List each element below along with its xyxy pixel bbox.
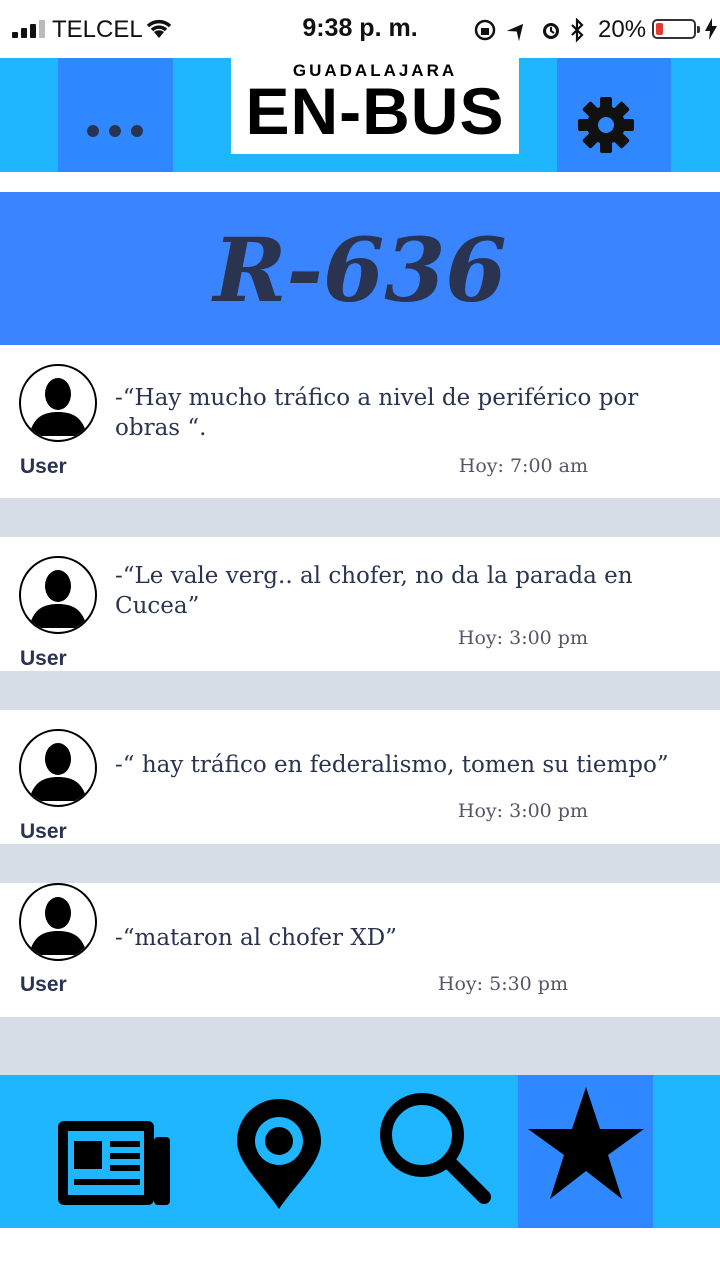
post-time: Hoy: 7:00 am (458, 455, 588, 477)
nav-news[interactable] (40, 1075, 190, 1228)
star-icon (528, 1087, 644, 1199)
avatar (19, 729, 97, 807)
bottom-nav (0, 1075, 720, 1228)
nav-search[interactable] (360, 1075, 510, 1228)
post-time: Hoy: 3:00 pm (457, 800, 588, 822)
user-silhouette-icon (29, 570, 87, 628)
post-user: User (20, 455, 67, 478)
map-pin-icon (237, 1099, 321, 1209)
list-item[interactable]: -“Hay mucho tráfico a nivel de periféric… (0, 345, 720, 498)
menu-button[interactable] (58, 58, 173, 172)
avatar (19, 883, 97, 961)
status-bar: TELCEL 9:38 p. m. 20% (0, 0, 720, 58)
post-text: -“ hay tráfico en federalismo, tomen su … (115, 752, 669, 778)
app-header: GUADALAJARA EN-BUS (0, 58, 720, 172)
post-user: User (20, 647, 67, 670)
charging-bolt-icon (705, 18, 717, 40)
list-item[interactable]: -“mataron al chofer XD” User Hoy: 5:30 p… (0, 883, 720, 1017)
more-dots-icon (87, 124, 153, 142)
user-silhouette-icon (29, 897, 87, 955)
nav-map[interactable] (215, 1075, 345, 1228)
avatar (19, 364, 97, 442)
post-user: User (20, 820, 67, 843)
divider (0, 844, 720, 883)
list-item[interactable]: -“ hay tráfico en federalismo, tomen su … (0, 710, 720, 844)
battery-icon (652, 19, 700, 39)
post-text: -“Hay mucho tráfico a nivel de periféric… (115, 385, 639, 437)
logo-name: EN-BUS (245, 74, 505, 148)
post-time: Hoy: 5:30 pm (437, 973, 568, 995)
list-item[interactable]: -“Le vale verg.. al chofer, no da la par… (0, 537, 720, 671)
nav-favorites[interactable] (518, 1075, 653, 1228)
post-time: Hoy: 3:00 pm (457, 627, 588, 649)
newspaper-icon (58, 1121, 170, 1205)
post-text: -“mataron al chofer XD” (115, 925, 397, 951)
user-silhouette-icon (29, 743, 87, 801)
avatar (19, 556, 97, 634)
app-logo: GUADALAJARA EN-BUS (231, 58, 519, 154)
divider (0, 1017, 720, 1075)
post-user: User (20, 973, 67, 996)
route-code: R-636 (213, 218, 507, 322)
settings-button[interactable] (557, 58, 671, 172)
route-banner: R-636 (0, 192, 720, 345)
user-silhouette-icon (29, 378, 87, 436)
gear-icon (578, 97, 634, 153)
divider (0, 671, 720, 710)
divider (0, 498, 720, 537)
search-icon (380, 1093, 491, 1204)
system-status-icons (474, 18, 584, 43)
post-text: -“Le vale verg.. al chofer, no da la par… (115, 563, 633, 619)
battery-percent: 20% (598, 16, 647, 43)
